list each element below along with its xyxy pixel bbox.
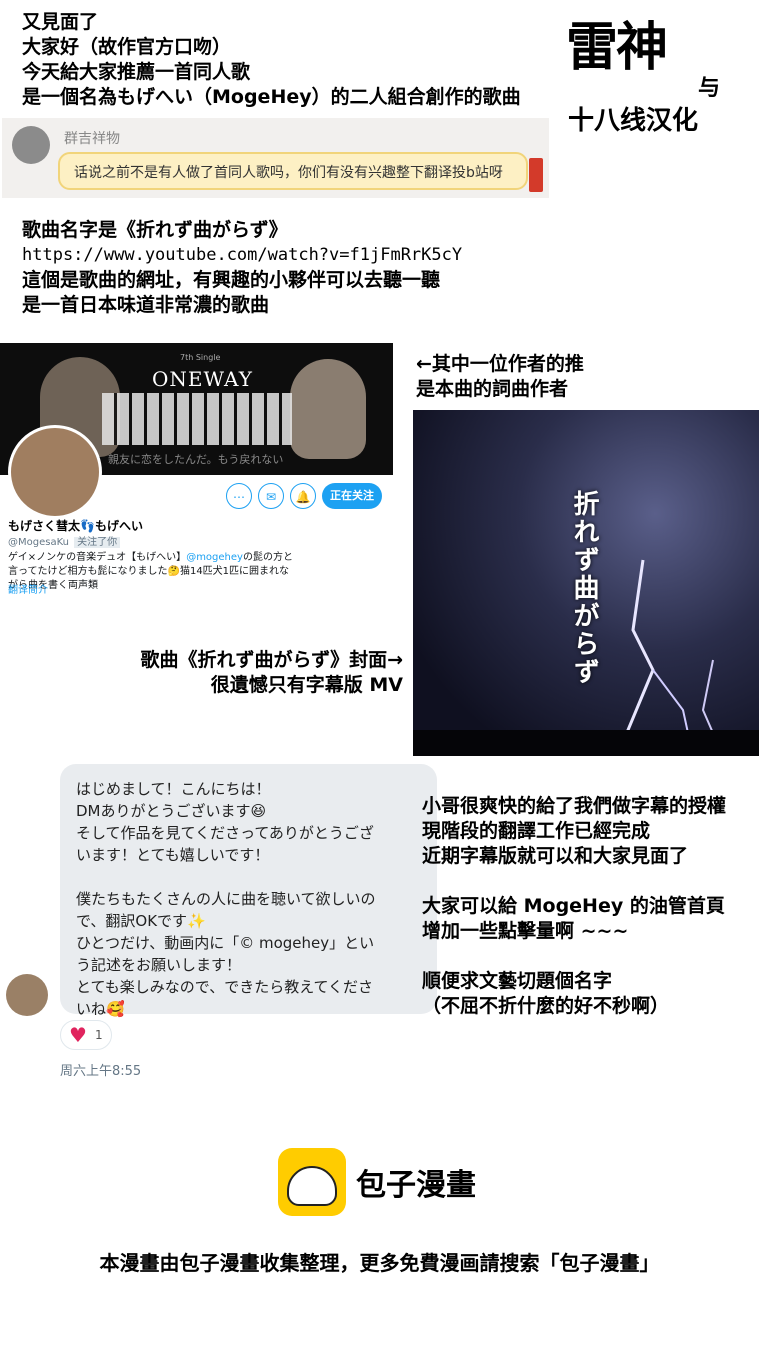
chat-screenshot: 群吉祥物 话说之前不是有人做了首同人歌吗，你们有没有兴趣整下翻译投b站呀 bbox=[2, 118, 549, 198]
dm-line: とても楽しみなので、できたら教えてくださ bbox=[76, 978, 374, 996]
note-line: 增加一些點擊量啊 ~~~ bbox=[422, 920, 629, 942]
note-line: 是本曲的詞曲作者 bbox=[416, 378, 569, 400]
note-line: 現階段的翻譯工作已經完成 bbox=[422, 820, 651, 842]
cover-ground bbox=[413, 730, 759, 756]
candle-icon bbox=[529, 158, 543, 192]
cover-title: 折れず曲がらず bbox=[569, 490, 599, 686]
caption-line: 歌曲《折れず曲がらず》封面→ bbox=[140, 649, 403, 671]
note-line: （不屈不折什麼的好不秒啊） bbox=[422, 995, 670, 1017]
author-note: ←其中一位作者的推 是本曲的詞曲作者 bbox=[416, 352, 584, 402]
note-line: 大家可以給 MogeHey 的油管首頁 bbox=[422, 895, 725, 917]
like-count: 1 bbox=[95, 1028, 103, 1042]
dm-line: はじめまして！こんにちは！ bbox=[76, 780, 271, 798]
dm-line: いね🥰 bbox=[76, 1000, 125, 1018]
song-desc: 這個是歌曲的網址，有興趣的小夥伴可以去聽一聽 bbox=[22, 269, 441, 291]
note-line: 近期字幕版就可以和大家見面了 bbox=[422, 845, 689, 867]
notify-button[interactable]: 🔔 bbox=[290, 483, 316, 509]
display-name: もげさく彗太👣もげへい bbox=[8, 519, 143, 533]
dm-line: う記述をお願いします！ bbox=[76, 956, 242, 974]
profile-bio: ゲイ×ノンケの音楽デュオ【もげへい】@mogeheyの髭の方と言ってたけど相方も… bbox=[8, 551, 298, 593]
dm-line: います！とても嬉しいです！ bbox=[76, 846, 270, 864]
intro-line: 又見面了 bbox=[22, 11, 99, 33]
footer-brand: 包子漫畫 bbox=[356, 1168, 476, 1203]
heart-icon: ♥ bbox=[69, 1023, 87, 1047]
like-reaction[interactable]: ♥ 1 bbox=[60, 1020, 112, 1050]
intro-line: 是一個名為もげへい（MogeHey）的二人組合創作的歌曲 bbox=[22, 86, 521, 108]
song-url[interactable]: https://www.youtube.com/watch?v=f1jFmRrK… bbox=[22, 243, 462, 268]
dm-line: で、翻訳OKです✨ bbox=[76, 912, 206, 930]
caption-line: 很遺憾只有字幕版 MV bbox=[210, 674, 403, 696]
song-desc: 是一首日本味道非常濃的歌曲 bbox=[22, 294, 270, 316]
profile-avatar[interactable] bbox=[8, 425, 102, 519]
song-info: 歌曲名字是《折れず曲がらず》 https://www.youtube.com/w… bbox=[22, 218, 462, 318]
following-button[interactable]: 正在关注 bbox=[322, 483, 382, 509]
translation-note: 小哥很爽快的給了我們做字幕的授權 現階段的翻譯工作已經完成 近期字幕版就可以和大… bbox=[422, 794, 726, 1019]
twitter-profile: 7th Single ONEWAY 親友に恋をしたんだ。もう戻れない ⋯ ✉ 🔔… bbox=[0, 343, 393, 596]
song-cover: 折れず曲がらず bbox=[413, 410, 759, 756]
bio-text: ゲイ×ノンケの音楽デュオ【もげへい】 bbox=[8, 552, 187, 563]
dm-line: DMありがとうございます😆 bbox=[76, 802, 267, 820]
intro-line: 大家好（故作官方口吻） bbox=[22, 36, 232, 58]
follows-you-badge: 关注了你 bbox=[74, 537, 121, 548]
message-timestamp: 周六上午8:55 bbox=[60, 1064, 142, 1079]
user-handle: @MogesaKu 关注了你 bbox=[8, 533, 121, 548]
chat-sender: 群吉祥物 bbox=[64, 131, 120, 147]
scanlation-logo: 雷神 与 十八线汉化 bbox=[566, 20, 746, 140]
cover-caption: 歌曲《折れず曲がらず》封面→ 很遺憾只有字幕版 MV bbox=[107, 648, 403, 698]
note-line: 小哥很爽快的給了我們做字幕的授權 bbox=[422, 795, 727, 817]
avatar[interactable] bbox=[6, 974, 48, 1016]
song-name: 歌曲名字是《折れず曲がらず》 bbox=[22, 219, 288, 241]
dm-line: ひとつだけ、動画内に「© mogehey」とい bbox=[76, 934, 375, 952]
footer-text: 本漫畫由包子漫畫收集整理，更多免費漫画請搜索「包子漫畫」 bbox=[99, 1251, 660, 1275]
more-button[interactable]: ⋯ bbox=[226, 483, 252, 509]
logo-connector: 与 bbox=[698, 76, 721, 101]
baozi-logo-icon bbox=[278, 1148, 346, 1216]
dm-line: そして作品を見てくださってありがとうござ bbox=[76, 824, 374, 842]
logo-subtitle: 十八线汉化 bbox=[568, 106, 699, 136]
bio-mention-link[interactable]: @mogehey bbox=[186, 552, 243, 563]
banner-photo bbox=[290, 359, 366, 459]
streaming-icons bbox=[102, 393, 292, 445]
banner-subtitle: 7th Single bbox=[180, 353, 221, 362]
handle-text: @MogesaKu bbox=[8, 537, 69, 548]
dm-message-bubble: はじめまして！こんにちは！ DMありがとうございます😆 そして作品を見てくださっ… bbox=[60, 764, 437, 1018]
bun-icon bbox=[287, 1166, 337, 1206]
translate-bio-link[interactable]: 翻译简介 bbox=[8, 581, 48, 596]
note-line: ←其中一位作者的推 bbox=[416, 353, 584, 375]
banner-title: ONEWAY bbox=[152, 367, 253, 391]
intro-text: 又見面了 大家好（故作官方口吻） 今天給大家推薦一首同人歌 是一個名為もげへい（… bbox=[22, 10, 521, 110]
avatar bbox=[12, 126, 50, 164]
banner-tagline: 親友に恋をしたんだ。もう戻れない bbox=[108, 453, 284, 466]
intro-line: 今天給大家推薦一首同人歌 bbox=[22, 61, 251, 83]
dm-line: 僕たちもたくさんの人に曲を聴いて欲しいの bbox=[76, 890, 376, 908]
note-line: 順便求文藝切題個名字 bbox=[422, 970, 613, 992]
message-button[interactable]: ✉ bbox=[258, 483, 284, 509]
logo-title: 雷神 bbox=[566, 17, 668, 78]
chat-bubble: 话说之前不是有人做了首同人歌吗，你们有没有兴趣整下翻译投b站呀 bbox=[58, 152, 528, 190]
